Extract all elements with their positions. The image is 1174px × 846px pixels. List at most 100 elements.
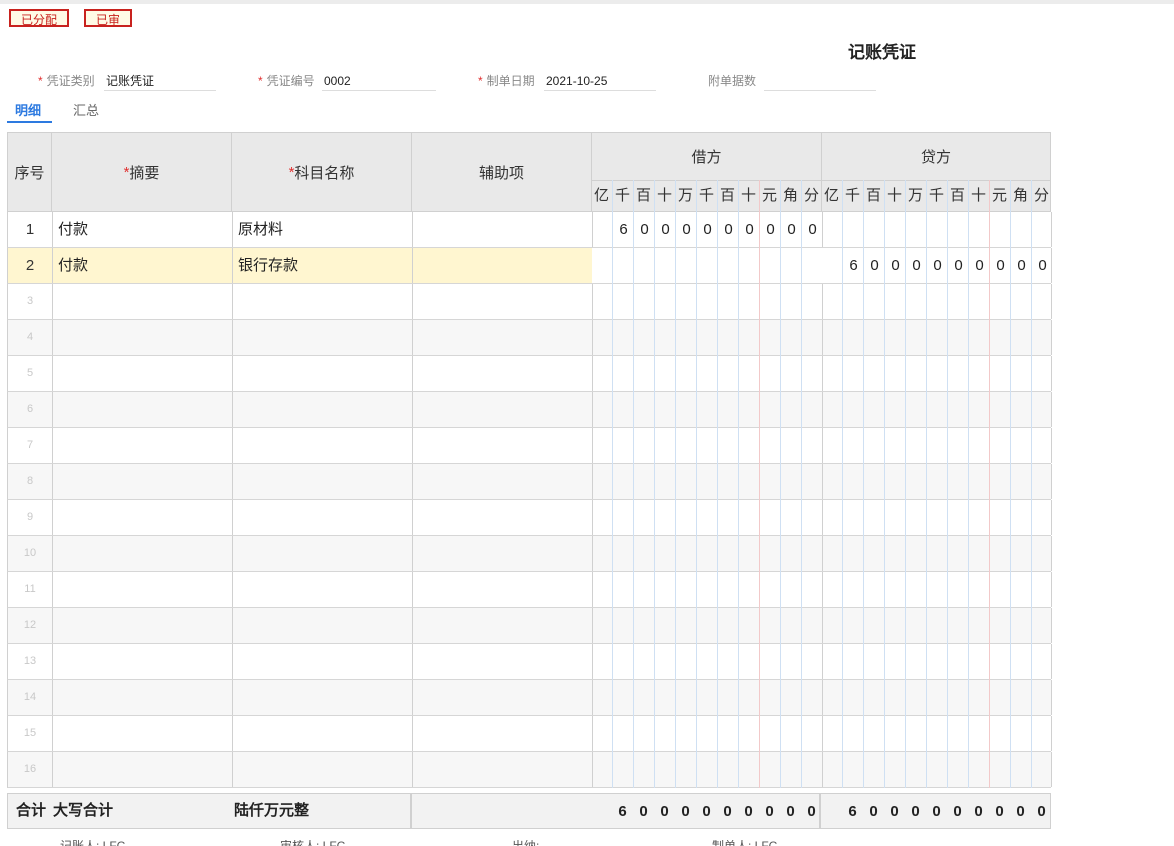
cell-summary[interactable] [52,500,233,535]
cell-debit[interactable] [592,752,823,787]
table-row[interactable]: 6 [7,392,1052,428]
table-row[interactable]: 16 [7,752,1052,788]
cell-aux[interactable] [412,212,593,247]
voucher-type-field[interactable]: * 凭证类别 记账凭证 [38,72,218,92]
cell-summary[interactable] [52,536,233,571]
cell-account[interactable] [232,392,413,427]
attachments-input[interactable] [764,72,876,91]
cell-aux[interactable] [412,428,593,463]
cell-aux[interactable] [412,284,593,319]
cell-account[interactable] [232,284,413,319]
table-row[interactable]: 8 [7,464,1052,500]
tab-detail[interactable]: 明细 [15,100,41,119]
cell-aux[interactable] [412,500,593,535]
cell-credit[interactable] [822,752,1052,787]
cell-account[interactable] [232,572,413,607]
cell-summary[interactable] [52,356,233,391]
cell-credit[interactable] [822,320,1052,355]
cell-summary[interactable]: 付款 [52,248,233,283]
table-row[interactable]: 13 [7,644,1052,680]
cell-debit[interactable] [592,608,823,643]
cell-debit[interactable] [592,644,823,679]
cell-credit[interactable] [822,428,1052,463]
cell-aux[interactable] [412,536,593,571]
cell-summary[interactable] [52,428,233,463]
voucher-date-field[interactable]: * 制单日期 2021-10-25 [478,72,658,92]
cell-credit[interactable] [822,356,1052,391]
cell-aux[interactable] [412,608,593,643]
cell-summary[interactable] [52,608,233,643]
cell-debit[interactable] [592,356,823,391]
voucher-type-input[interactable]: 记账凭证 [104,72,216,91]
cell-summary[interactable]: 付款 [52,212,233,247]
cell-account[interactable] [232,320,413,355]
cell-account[interactable] [232,464,413,499]
table-row[interactable]: 15 [7,716,1052,752]
table-row[interactable]: 11 [7,572,1052,608]
cell-aux[interactable] [412,248,593,283]
cell-summary[interactable] [52,572,233,607]
cell-summary[interactable] [52,644,233,679]
cell-debit[interactable] [592,248,823,283]
cell-debit[interactable] [592,572,823,607]
cell-account[interactable] [232,716,413,751]
cell-summary[interactable] [52,716,233,751]
table-row[interactable]: 14 [7,680,1052,716]
cell-summary[interactable] [52,320,233,355]
cell-summary[interactable] [52,392,233,427]
cell-aux[interactable] [412,644,593,679]
table-row[interactable]: 4 [7,320,1052,356]
tab-summary[interactable]: 汇总 [73,100,99,119]
cell-debit[interactable] [592,428,823,463]
table-row[interactable]: 9 [7,500,1052,536]
cell-aux[interactable] [412,716,593,751]
cell-credit[interactable] [822,212,1052,247]
voucher-number-input[interactable]: 0002 [322,72,436,91]
cell-credit[interactable] [822,716,1052,751]
cell-account[interactable]: 银行存款 [232,248,413,283]
cell-debit[interactable] [592,464,823,499]
cell-credit[interactable] [822,536,1052,571]
attachments-field[interactable]: 附单据数 [708,72,878,92]
cell-aux[interactable] [412,752,593,787]
cell-debit[interactable] [592,680,823,715]
cell-credit[interactable] [822,284,1052,319]
cell-aux[interactable] [412,572,593,607]
cell-debit[interactable] [592,320,823,355]
cell-aux[interactable] [412,680,593,715]
cell-debit[interactable] [592,536,823,571]
cell-debit[interactable] [592,500,823,535]
cell-account[interactable] [232,644,413,679]
cell-aux[interactable] [412,356,593,391]
voucher-number-field[interactable]: * 凭证编号 0002 [258,72,438,92]
cell-debit[interactable] [592,716,823,751]
voucher-date-input[interactable]: 2021-10-25 [544,72,656,91]
table-row[interactable]: 2 付款 银行存款 6 0 0 0 0 0 0 0 0 0 [7,248,1052,284]
cell-account[interactable] [232,500,413,535]
table-row[interactable]: 12 [7,608,1052,644]
cell-summary[interactable] [52,464,233,499]
cell-credit[interactable] [822,608,1052,643]
cell-summary[interactable] [52,752,233,787]
cell-credit[interactable] [822,680,1052,715]
cell-account[interactable] [232,356,413,391]
cell-credit[interactable] [822,644,1052,679]
cell-credit[interactable] [822,464,1052,499]
cell-credit[interactable] [822,572,1052,607]
cell-account[interactable] [232,428,413,463]
cell-account[interactable] [232,608,413,643]
cell-account[interactable] [232,752,413,787]
table-row[interactable]: 3 [7,284,1052,320]
cell-aux[interactable] [412,464,593,499]
table-row[interactable]: 5 [7,356,1052,392]
cell-debit[interactable] [592,392,823,427]
cell-credit[interactable] [822,392,1052,427]
cell-credit[interactable] [822,500,1052,535]
cell-aux[interactable] [412,392,593,427]
cell-account[interactable] [232,536,413,571]
cell-summary[interactable] [52,680,233,715]
cell-account[interactable] [232,680,413,715]
cell-debit[interactable] [592,284,823,319]
cell-aux[interactable] [412,320,593,355]
table-row[interactable]: 7 [7,428,1052,464]
